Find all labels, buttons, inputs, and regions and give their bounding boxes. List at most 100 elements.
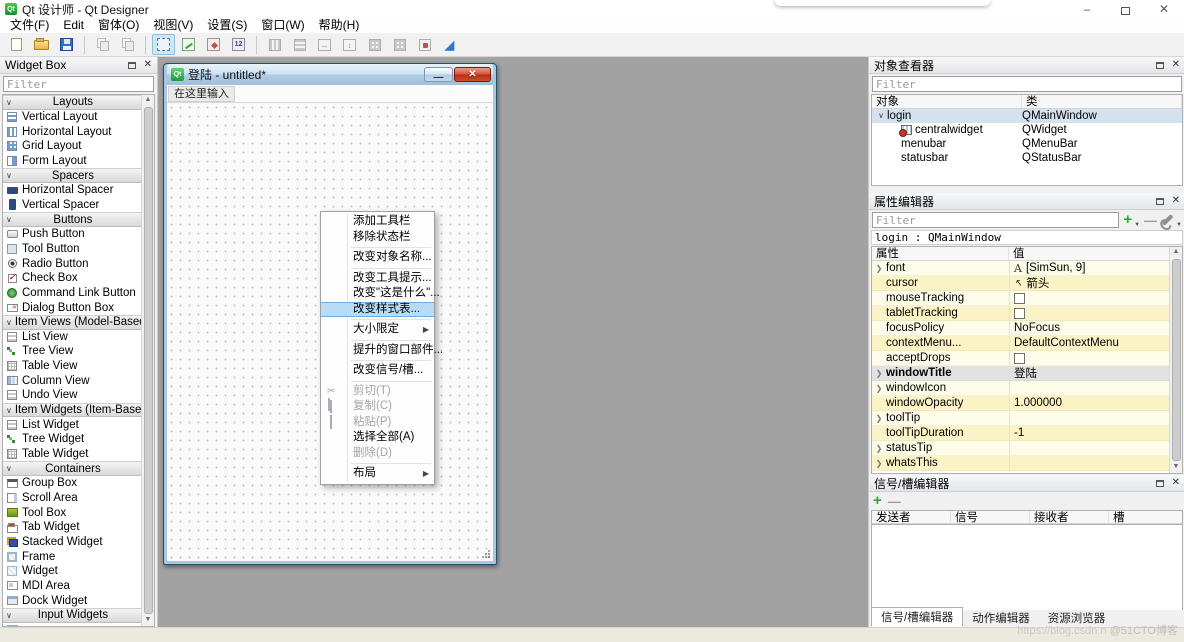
close-panel-icon[interactable]: ✕ bbox=[144, 60, 152, 70]
widget-horizontal-spacer[interactable]: Horizontal Spacer bbox=[3, 183, 141, 198]
menu-change-signals-slots[interactable]: 改变信号/槽... bbox=[321, 363, 434, 379]
connection-list-empty[interactable] bbox=[871, 524, 1183, 620]
open-form-button[interactable] bbox=[30, 34, 53, 55]
menu-window[interactable]: 窗口(W) bbox=[254, 18, 311, 33]
column-receiver[interactable]: 接收者 bbox=[1030, 511, 1109, 523]
menu-view[interactable]: 视图(V) bbox=[146, 18, 200, 33]
expander-icon[interactable]: ❯ bbox=[872, 414, 886, 423]
edit-widgets-button[interactable] bbox=[152, 34, 175, 55]
menu-change-whatsthis[interactable]: 改变"这是什么"... bbox=[321, 286, 434, 302]
widget-tree-view[interactable]: Tree View bbox=[3, 344, 141, 359]
widget-vertical-spacer[interactable]: Vertical Spacer bbox=[3, 198, 141, 213]
widget-box-filter-input[interactable] bbox=[3, 76, 154, 92]
scroll-up-icon[interactable]: ▲ bbox=[145, 95, 152, 106]
add-dynamic-property-button[interactable]: + bbox=[1123, 213, 1132, 227]
column-class[interactable]: 类 bbox=[1022, 95, 1182, 108]
widget-command-link-button[interactable]: Command Link Button bbox=[3, 286, 141, 301]
expander-icon[interactable]: ❯ bbox=[872, 264, 886, 273]
close-panel-icon[interactable]: ✕ bbox=[1172, 60, 1180, 70]
property-row-tooltip[interactable]: ❯toolTip bbox=[872, 411, 1182, 426]
menu-settings[interactable]: 设置(S) bbox=[200, 18, 254, 33]
widget-tool-box[interactable]: Tool Box bbox=[3, 505, 141, 520]
property-row-whatsthis[interactable]: ❯whatsThis bbox=[872, 456, 1182, 471]
widget-scroll-area[interactable]: Scroll Area bbox=[3, 491, 141, 506]
menu-edit[interactable]: Edit bbox=[56, 18, 91, 33]
float-panel-icon[interactable] bbox=[1156, 198, 1164, 205]
widget-mdi-area[interactable]: MDI Area bbox=[3, 579, 141, 594]
property-row-tablettracking[interactable]: tabletTracking bbox=[872, 306, 1182, 321]
section-containers[interactable]: ∨Containers bbox=[3, 461, 141, 476]
menu-size-constraints[interactable]: 大小限定▶ bbox=[321, 322, 434, 338]
widget-table-widget[interactable]: Table Widget bbox=[3, 447, 141, 462]
widget-radio-button[interactable]: Radio Button bbox=[3, 256, 141, 271]
widget-dock-widget[interactable]: Dock Widget bbox=[3, 593, 141, 608]
widget-undo-view[interactable]: Undo View bbox=[3, 388, 141, 403]
menu-layout[interactable]: 布局▶ bbox=[321, 466, 434, 482]
column-property[interactable]: 属性 bbox=[872, 247, 1009, 260]
type-here-menu-placeholder[interactable]: 在这里输入 bbox=[168, 86, 235, 102]
object-row-statusbar[interactable]: statusbar QStatusBar bbox=[872, 151, 1182, 165]
column-signal[interactable]: 信号 bbox=[951, 511, 1030, 523]
menu-change-object-name[interactable]: 改变对象名称... bbox=[321, 250, 434, 266]
widget-widget[interactable]: Widget bbox=[3, 564, 141, 579]
property-row-acceptdrops[interactable]: acceptDrops bbox=[872, 351, 1182, 366]
widget-check-box[interactable]: Check Box bbox=[3, 271, 141, 286]
checkbox-unchecked[interactable] bbox=[1014, 293, 1025, 304]
menu-help[interactable]: 帮助(H) bbox=[312, 18, 367, 33]
edit-signals-slots-button[interactable] bbox=[177, 34, 200, 55]
widget-box-scrollbar[interactable]: ▲ ▼ bbox=[141, 95, 154, 626]
expander-icon[interactable]: ❯ bbox=[872, 369, 886, 378]
property-row-focuspolicy[interactable]: focusPolicyNoFocus bbox=[872, 321, 1182, 336]
object-row-menubar[interactable]: menubar QMenuBar bbox=[872, 137, 1182, 151]
expander-icon[interactable]: ❯ bbox=[872, 444, 886, 453]
scroll-up-icon[interactable]: ▲ bbox=[1173, 247, 1180, 258]
menu-add-toolbar[interactable]: 添加工具栏 bbox=[321, 214, 434, 230]
widget-tool-button[interactable]: Tool Button bbox=[3, 242, 141, 257]
menu-select-all[interactable]: 选择全部(A) bbox=[321, 430, 434, 446]
form-titlebar[interactable]: Qt 登陆 - untitled* — ✕ bbox=[167, 64, 493, 85]
widget-list-view[interactable]: List View bbox=[3, 330, 141, 345]
widget-tree-widget[interactable]: Tree Widget bbox=[3, 432, 141, 447]
minimize-icon[interactable]: – bbox=[1079, 1, 1095, 17]
property-row-contextmenu[interactable]: contextMenu...DefaultContextMenu bbox=[872, 336, 1182, 351]
column-value[interactable]: 值 bbox=[1009, 247, 1182, 260]
adjust-size-button[interactable]: ◢ bbox=[438, 34, 461, 55]
float-panel-icon[interactable] bbox=[128, 62, 136, 69]
configure-wrench-icon[interactable] bbox=[1162, 214, 1174, 226]
menu-change-stylesheet[interactable]: 改变样式表... bbox=[321, 302, 434, 318]
menu-remove-statusbar[interactable]: 移除状态栏 bbox=[321, 230, 434, 246]
close-panel-icon[interactable]: ✕ bbox=[1172, 196, 1180, 206]
form-minimize-button[interactable]: — bbox=[424, 67, 453, 82]
column-slot[interactable]: 槽 bbox=[1109, 511, 1184, 523]
expander-icon[interactable]: ❯ bbox=[872, 459, 886, 468]
scrollbar-thumb[interactable] bbox=[1172, 259, 1181, 461]
section-buttons[interactable]: ∨Buttons bbox=[3, 212, 141, 227]
property-row-statustip[interactable]: ❯statusTip bbox=[872, 441, 1182, 456]
property-editor-scrollbar[interactable]: ▲ ▼ bbox=[1169, 247, 1182, 473]
widget-stacked-widget[interactable]: Stacked Widget bbox=[3, 535, 141, 550]
widget-dialog-button-box[interactable]: Dialog Button Box bbox=[3, 300, 141, 315]
float-panel-icon[interactable] bbox=[1156, 62, 1164, 69]
widget-group-box[interactable]: Group Box bbox=[3, 476, 141, 491]
property-row-font[interactable]: ❯fontA[SimSun, 9] bbox=[872, 261, 1182, 276]
widget-tab-widget[interactable]: Tab Widget bbox=[3, 520, 141, 535]
section-layouts[interactable]: ∨Layouts bbox=[3, 95, 141, 110]
widget-grid-layout[interactable]: Grid Layout bbox=[3, 139, 141, 154]
section-item-views[interactable]: ∨Item Views (Model-Based) bbox=[3, 315, 141, 330]
menu-form[interactable]: 窗体(O) bbox=[91, 18, 146, 33]
checkbox-unchecked[interactable] bbox=[1014, 308, 1025, 319]
widget-vertical-layout[interactable]: Vertical Layout bbox=[3, 110, 141, 125]
object-row-centralwidget[interactable]: centralwidget QWidget bbox=[872, 123, 1182, 137]
widget-frame[interactable]: Frame bbox=[3, 549, 141, 564]
expander-icon[interactable]: ∨ bbox=[875, 109, 887, 123]
widget-column-view[interactable]: Column View bbox=[3, 373, 141, 388]
scrollbar-thumb[interactable] bbox=[144, 107, 153, 614]
column-object[interactable]: 对象 bbox=[872, 95, 1022, 108]
property-row-windowicon[interactable]: ❯windowIcon bbox=[872, 381, 1182, 396]
menu-promote-widget[interactable]: 提升的窗口部件... bbox=[321, 343, 434, 359]
property-row-windowopacity[interactable]: windowOpacity1.000000 bbox=[872, 396, 1182, 411]
column-sender[interactable]: 发送者 bbox=[872, 511, 951, 523]
menu-file[interactable]: 文件(F) bbox=[3, 18, 56, 33]
float-panel-icon[interactable] bbox=[1156, 480, 1164, 487]
property-row-cursor[interactable]: cursor↖箭头 bbox=[872, 276, 1182, 291]
